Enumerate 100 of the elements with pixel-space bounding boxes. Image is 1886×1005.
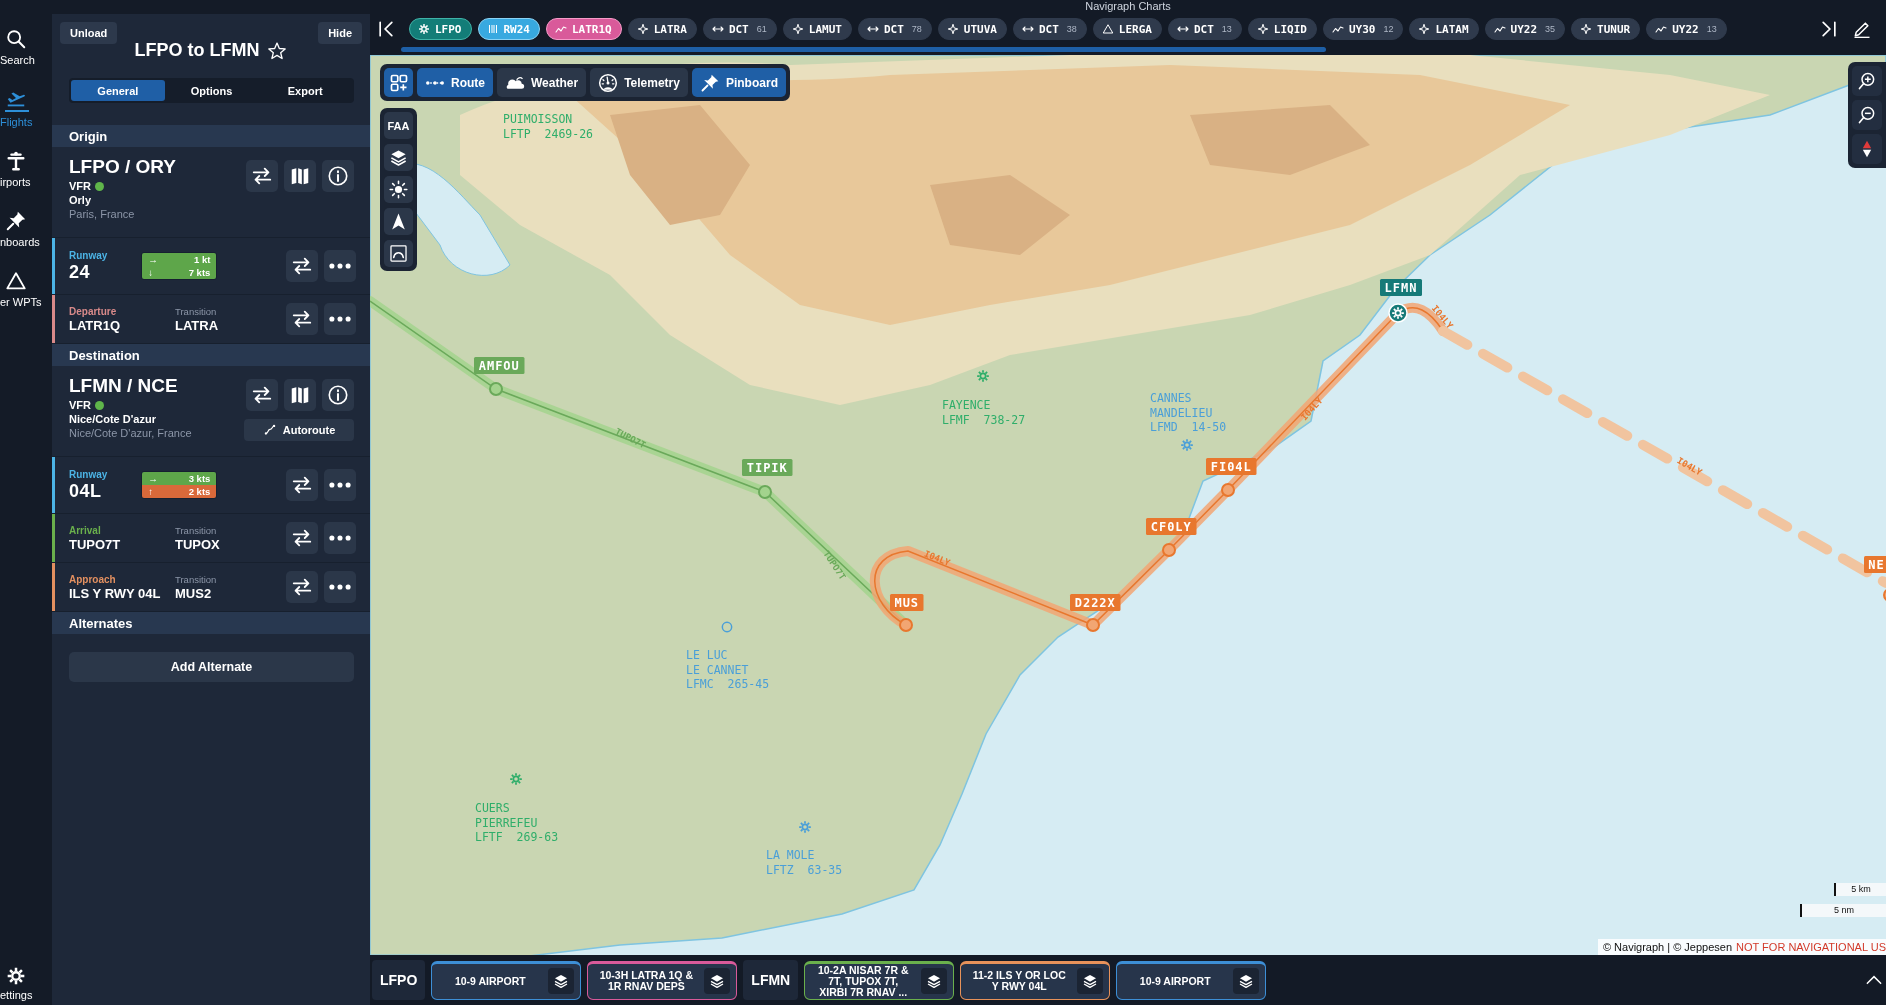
route-chip[interactable]: LATRA [627, 18, 697, 40]
transition-label: Transition [175, 524, 218, 536]
swap-button[interactable] [286, 571, 318, 603]
airport-icon [1181, 439, 1193, 451]
layers-button[interactable] [921, 968, 948, 994]
flight-title: LFPO to LFMN [134, 40, 260, 61]
more-button[interactable] [324, 469, 356, 501]
route-chip[interactable]: TUNUR [1571, 18, 1641, 40]
chart-card[interactable]: 10-2A NISAR 7R & 7T, TUPOX 7T, XIRBI 7R RNAV ... [804, 960, 955, 1000]
info-icon [327, 384, 349, 406]
route-chip[interactable]: UY30 12 [1322, 18, 1404, 40]
info-button[interactable] [322, 379, 354, 411]
zoom-out-button[interactable] [1852, 100, 1882, 130]
north-up-button[interactable] [384, 208, 413, 235]
procedure-icon [1493, 23, 1506, 35]
tower-nav-item[interactable]: irports [0, 150, 52, 189]
swap-button[interactable] [246, 379, 278, 411]
route-chip[interactable]: LATAM [1409, 18, 1479, 40]
route-chip[interactable]: LERGA [1092, 18, 1162, 40]
route-chip[interactable]: LFPO [409, 18, 472, 40]
swap-icon [291, 527, 313, 549]
swap-icon [291, 308, 313, 330]
airport-label: LFPO [372, 960, 426, 1000]
more-button[interactable] [324, 522, 356, 554]
layers-button[interactable] [384, 144, 413, 171]
zoom-in-button[interactable] [1852, 66, 1882, 96]
settings-nav-item[interactable]: ettings [0, 966, 52, 1002]
swap-button[interactable] [286, 250, 318, 282]
route-chip[interactable]: UY22 13 [1646, 18, 1727, 40]
swap-button[interactable] [286, 522, 318, 554]
airport-name: Nice/Cote D'azur [69, 413, 157, 425]
airport-name-label: LE LUC [686, 648, 728, 662]
more-button[interactable] [324, 303, 356, 335]
waypoint-marker-icon [1086, 618, 1100, 632]
route-chip[interactable]: LIQID [1247, 18, 1317, 40]
section-header: Origin [52, 125, 370, 147]
route-chip[interactable]: UY22 35 [1484, 18, 1566, 40]
more-icon [329, 482, 351, 488]
search-nav-item[interactable]: Search [0, 28, 52, 67]
route-chip[interactable]: DCT 61 [702, 18, 777, 40]
curve-icon [389, 244, 408, 263]
airway-label: I04LY [922, 548, 952, 568]
tab[interactable]: General [71, 80, 165, 101]
airport-code: LFMN / NCE [69, 375, 179, 397]
layers-button[interactable] [1077, 968, 1104, 994]
route-chip[interactable]: DCT 13 [1167, 18, 1242, 40]
more-icon [329, 316, 351, 322]
add-alternate-button[interactable]: Add Alternate [69, 652, 354, 682]
tab[interactable]: Export [258, 80, 352, 101]
toolbar-button[interactable]: Telemetry [590, 68, 688, 97]
wind-reading: ↓ 7 kts [142, 266, 217, 279]
hide-button[interactable]: Hide [318, 22, 362, 44]
chart-title: 10-3H LATRA 1Q & 1R RNAV DEPS [598, 970, 694, 992]
toolbar-button[interactable]: Pinboard [691, 68, 786, 97]
swap-button[interactable] [286, 469, 318, 501]
toolbar-button[interactable]: Weather [497, 68, 587, 97]
chart-card[interactable]: 10-3H LATRA 1Q & 1R RNAV DEPS [587, 960, 738, 1000]
more-button[interactable] [324, 250, 356, 282]
route-chip[interactable]: DCT 78 [857, 18, 932, 40]
curve-button[interactable] [384, 240, 413, 267]
waypoint-label: NE [1864, 556, 1886, 573]
more-button[interactable] [324, 571, 356, 603]
chart-source-button[interactable]: FAA [384, 112, 413, 139]
swap-button[interactable] [246, 160, 278, 192]
unload-button[interactable]: Unload [60, 22, 118, 44]
toolbar-button[interactable]: Route [417, 68, 493, 97]
wind-reading: → 3 kts [142, 472, 217, 485]
triangle-nav-item[interactable]: er WPTs [0, 270, 52, 309]
info-button[interactable] [322, 160, 354, 192]
compass-button[interactable] [1852, 134, 1882, 164]
autoroute-button[interactable]: Autoroute [244, 419, 354, 441]
swap-button[interactable] [286, 303, 318, 335]
tower-icon [5, 150, 27, 172]
brightness-button[interactable] [384, 176, 413, 203]
chart-card[interactable]: 10-9 AIRPORT [1116, 960, 1267, 1000]
scale-bar: 5 nm [1800, 904, 1886, 917]
chart-card[interactable]: 11-2 ILS Y OR LOC Y RWY 04L [960, 960, 1111, 1000]
route-chip[interactable]: LATR1Q [546, 18, 622, 40]
layers-button[interactable] [1233, 968, 1260, 994]
route-chip[interactable]: UTUVA [937, 18, 1007, 40]
wind-reading: ↑ 2 kts [142, 485, 217, 498]
airport-name: Orly [69, 194, 92, 206]
status-dot [95, 181, 104, 191]
widgets-button[interactable] [384, 68, 413, 97]
charts-button[interactable] [284, 379, 316, 411]
runway-value: 24 [69, 261, 92, 283]
chart-title: 10-2A NISAR 7R & 7T, TUPOX 7T, XIRBI 7R RNAV ... [816, 964, 910, 998]
tab[interactable]: Options [164, 80, 259, 101]
procedure-icon [1331, 23, 1344, 35]
layers-button[interactable] [704, 968, 731, 994]
route-chip[interactable]: LAMUT [782, 18, 852, 40]
charts-button[interactable] [284, 160, 316, 192]
pin-nav-item[interactable]: nboards [0, 210, 52, 249]
airport-location: Nice/Cote D'azur, France [69, 427, 192, 439]
star-icon[interactable] [267, 40, 288, 61]
layers-button[interactable] [548, 968, 575, 994]
route-chip[interactable]: DCT 38 [1012, 18, 1087, 40]
chart-card[interactable]: 10-9 AIRPORT [431, 960, 582, 1000]
airplane-nav-item[interactable]: Flights [0, 88, 52, 129]
swap-icon [291, 255, 313, 277]
